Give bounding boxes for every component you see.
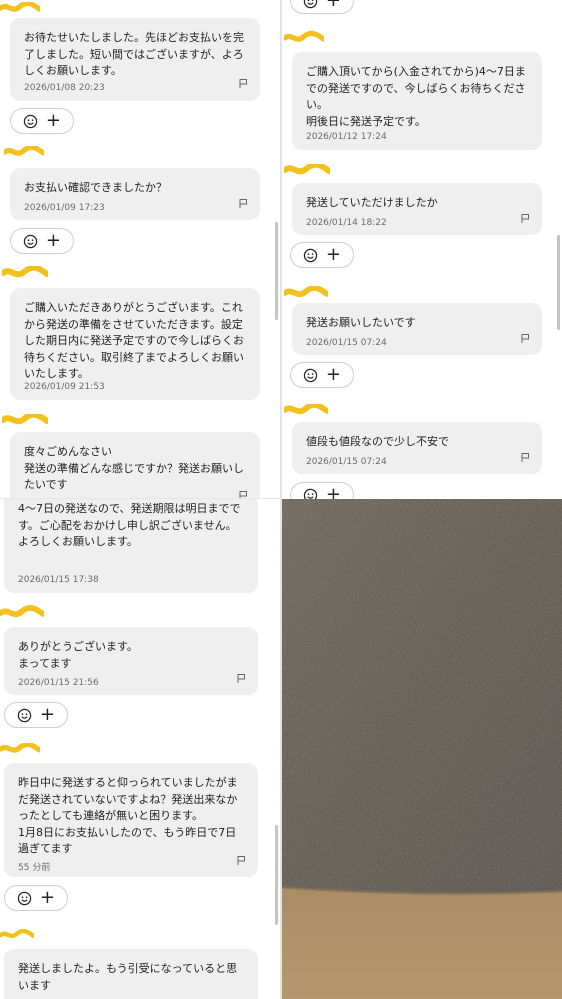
- redacted-username: [284, 164, 330, 176]
- message-bubble: ありがとうございます。 まってます 2026/01/15 21:56: [4, 627, 258, 695]
- scrollbar[interactable]: [275, 825, 278, 925]
- message-bubble: 昨日中に発送すると仰っられていましたがまだ発送されていないですよね？発送出来なか…: [4, 763, 258, 877]
- redacted-username: [284, 404, 328, 416]
- message-text: 発送お願いしたいです: [306, 316, 416, 329]
- redacted-username: [0, 929, 34, 941]
- column-divider: [280, 0, 282, 999]
- message-text: 発送しましたよ。もう引受になっていると思います: [18, 962, 238, 992]
- flag-icon[interactable]: [520, 333, 530, 343]
- message-bubble: 発送お願いしたいです 2026/01/15 07:24: [292, 303, 542, 355]
- redacted-username: [284, 30, 324, 46]
- smile-icon: [303, 368, 318, 383]
- message-bubble: お支払い確認できましたか？ 2026/01/09 17:23: [10, 168, 260, 220]
- message-text: 発送していただけましたか: [306, 196, 438, 209]
- message-text: 4〜7日の発送なので、発送期限は明日までです。ご心配をおかけし申し訳ございません…: [18, 502, 241, 548]
- reaction-button[interactable]: +: [4, 702, 68, 728]
- add-reaction-plus: +: [45, 110, 62, 131]
- add-reaction-plus: +: [39, 704, 56, 725]
- message-timestamp: 2026/01/15 17:38: [18, 575, 99, 585]
- add-reaction-plus: +: [39, 887, 56, 908]
- message-bubble: 発送していただけましたか 2026/01/14 18:22: [292, 183, 542, 235]
- chat-panel-left-top: お待たせいたしました。先ほどお支払いを完了しました。短い間ではございますが、よろ…: [0, 0, 280, 499]
- smile-icon: [303, 488, 318, 500]
- smile-icon: [17, 708, 32, 723]
- message-timestamp: 2026/01/15 21:56: [18, 678, 99, 688]
- reaction-button[interactable]: +: [10, 228, 74, 254]
- reaction-button[interactable]: +: [290, 0, 354, 14]
- message-timestamp: 2026/01/12 17:24: [306, 132, 387, 142]
- redacted-username: [4, 146, 44, 158]
- redacted-username: [0, 743, 40, 755]
- message-bubble: 度々ごめんなさい 発送の準備どんな感じですか？発送お願いしたいです: [10, 432, 260, 499]
- message-text: お待たせいたしました。先ほどお支払いを完了しました。短い間ではございますが、よろ…: [24, 31, 244, 77]
- redacted-username: [0, 605, 44, 621]
- add-reaction-plus: +: [325, 484, 342, 500]
- message-timestamp: 2026/01/14 18:22: [306, 218, 387, 228]
- message-text: ご購入頂いてから(入金されてから)4〜7日までの発送ですので、今しばらくお待ちく…: [306, 65, 526, 128]
- add-reaction-plus: +: [325, 364, 342, 385]
- attached-photo: [282, 499, 562, 999]
- reaction-button[interactable]: +: [290, 482, 354, 499]
- reaction-button[interactable]: +: [10, 108, 74, 134]
- message-bubble: ご購入頂いてから(入金されてから)4〜7日までの発送ですので、今しばらくお待ちく…: [292, 52, 542, 150]
- redacted-username: [2, 266, 48, 280]
- redacted-username: [0, 2, 40, 14]
- scrollbar[interactable]: [275, 222, 278, 320]
- flag-icon[interactable]: [238, 78, 248, 88]
- message-text: ご購入いただきありがとうございます。これから発送の準備をさせていただきます。設定…: [24, 301, 244, 380]
- message-bubble: 4〜7日の発送なので、発送期限は明日までです。ご心配をおかけし申し訳ございません…: [4, 499, 258, 593]
- flag-icon[interactable]: [236, 673, 246, 683]
- message-timestamp: 2026/01/09 17:23: [24, 203, 105, 213]
- reaction-button[interactable]: +: [290, 242, 354, 268]
- flag-icon[interactable]: [236, 855, 246, 865]
- smile-icon: [23, 114, 38, 129]
- message-text: ありがとうございます。 まってます: [18, 640, 138, 670]
- message-timestamp: 2026/01/08 20:23: [24, 83, 105, 93]
- scrollbar[interactable]: [557, 235, 560, 330]
- add-reaction-plus: +: [45, 230, 62, 251]
- message-timestamp: 55 分前: [18, 863, 51, 873]
- smile-icon: [303, 0, 318, 9]
- chat-panel-left-bottom: 4〜7日の発送なので、発送期限は明日までです。ご心配をおかけし申し訳ございません…: [0, 499, 280, 999]
- flag-icon[interactable]: [520, 452, 530, 462]
- message-timestamp: 2026/01/15 07:24: [306, 338, 387, 348]
- smile-icon: [303, 248, 318, 263]
- flag-icon[interactable]: [238, 198, 248, 208]
- message-timestamp: 2026/01/09 21:53: [24, 382, 105, 392]
- flag-icon[interactable]: [520, 213, 530, 223]
- add-reaction-plus: +: [325, 244, 342, 265]
- smile-icon: [23, 234, 38, 249]
- message-bubble: お待たせいたしました。先ほどお支払いを完了しました。短い間ではございますが、よろ…: [10, 18, 260, 101]
- add-reaction-plus: +: [325, 0, 342, 11]
- smile-icon: [17, 891, 32, 906]
- redacted-username: [2, 414, 48, 426]
- reaction-button[interactable]: +: [4, 885, 68, 911]
- message-timestamp: 2026/01/15 07:24: [306, 457, 387, 467]
- row-divider: [0, 498, 280, 499]
- message-text: 値段も値段なので少し不安で: [306, 435, 449, 448]
- redacted-username: [284, 286, 328, 300]
- message-bubble: ご購入いただきありがとうございます。これから発送の準備をさせていただきます。設定…: [10, 288, 260, 400]
- reaction-button[interactable]: +: [290, 362, 354, 388]
- message-bubble: 値段も値段なので少し不安で 2026/01/15 07:24: [292, 422, 542, 474]
- carpet-photo: [282, 499, 562, 999]
- message-text: 度々ごめんなさい 発送の準備どんな感じですか？発送お願いしたいです: [24, 445, 244, 491]
- message-bubble: 発送しましたよ。もう引受になっていると思います: [4, 949, 258, 999]
- message-text: お支払い確認できましたか？: [24, 181, 167, 194]
- message-text: 昨日中に発送すると仰っられていましたがまだ発送されていないですよね？発送出来なか…: [18, 776, 238, 855]
- chat-panel-right-top: + ご購入頂いてから(入金されてから)4〜7日までの発送ですので、今しばらくお待…: [282, 0, 562, 499]
